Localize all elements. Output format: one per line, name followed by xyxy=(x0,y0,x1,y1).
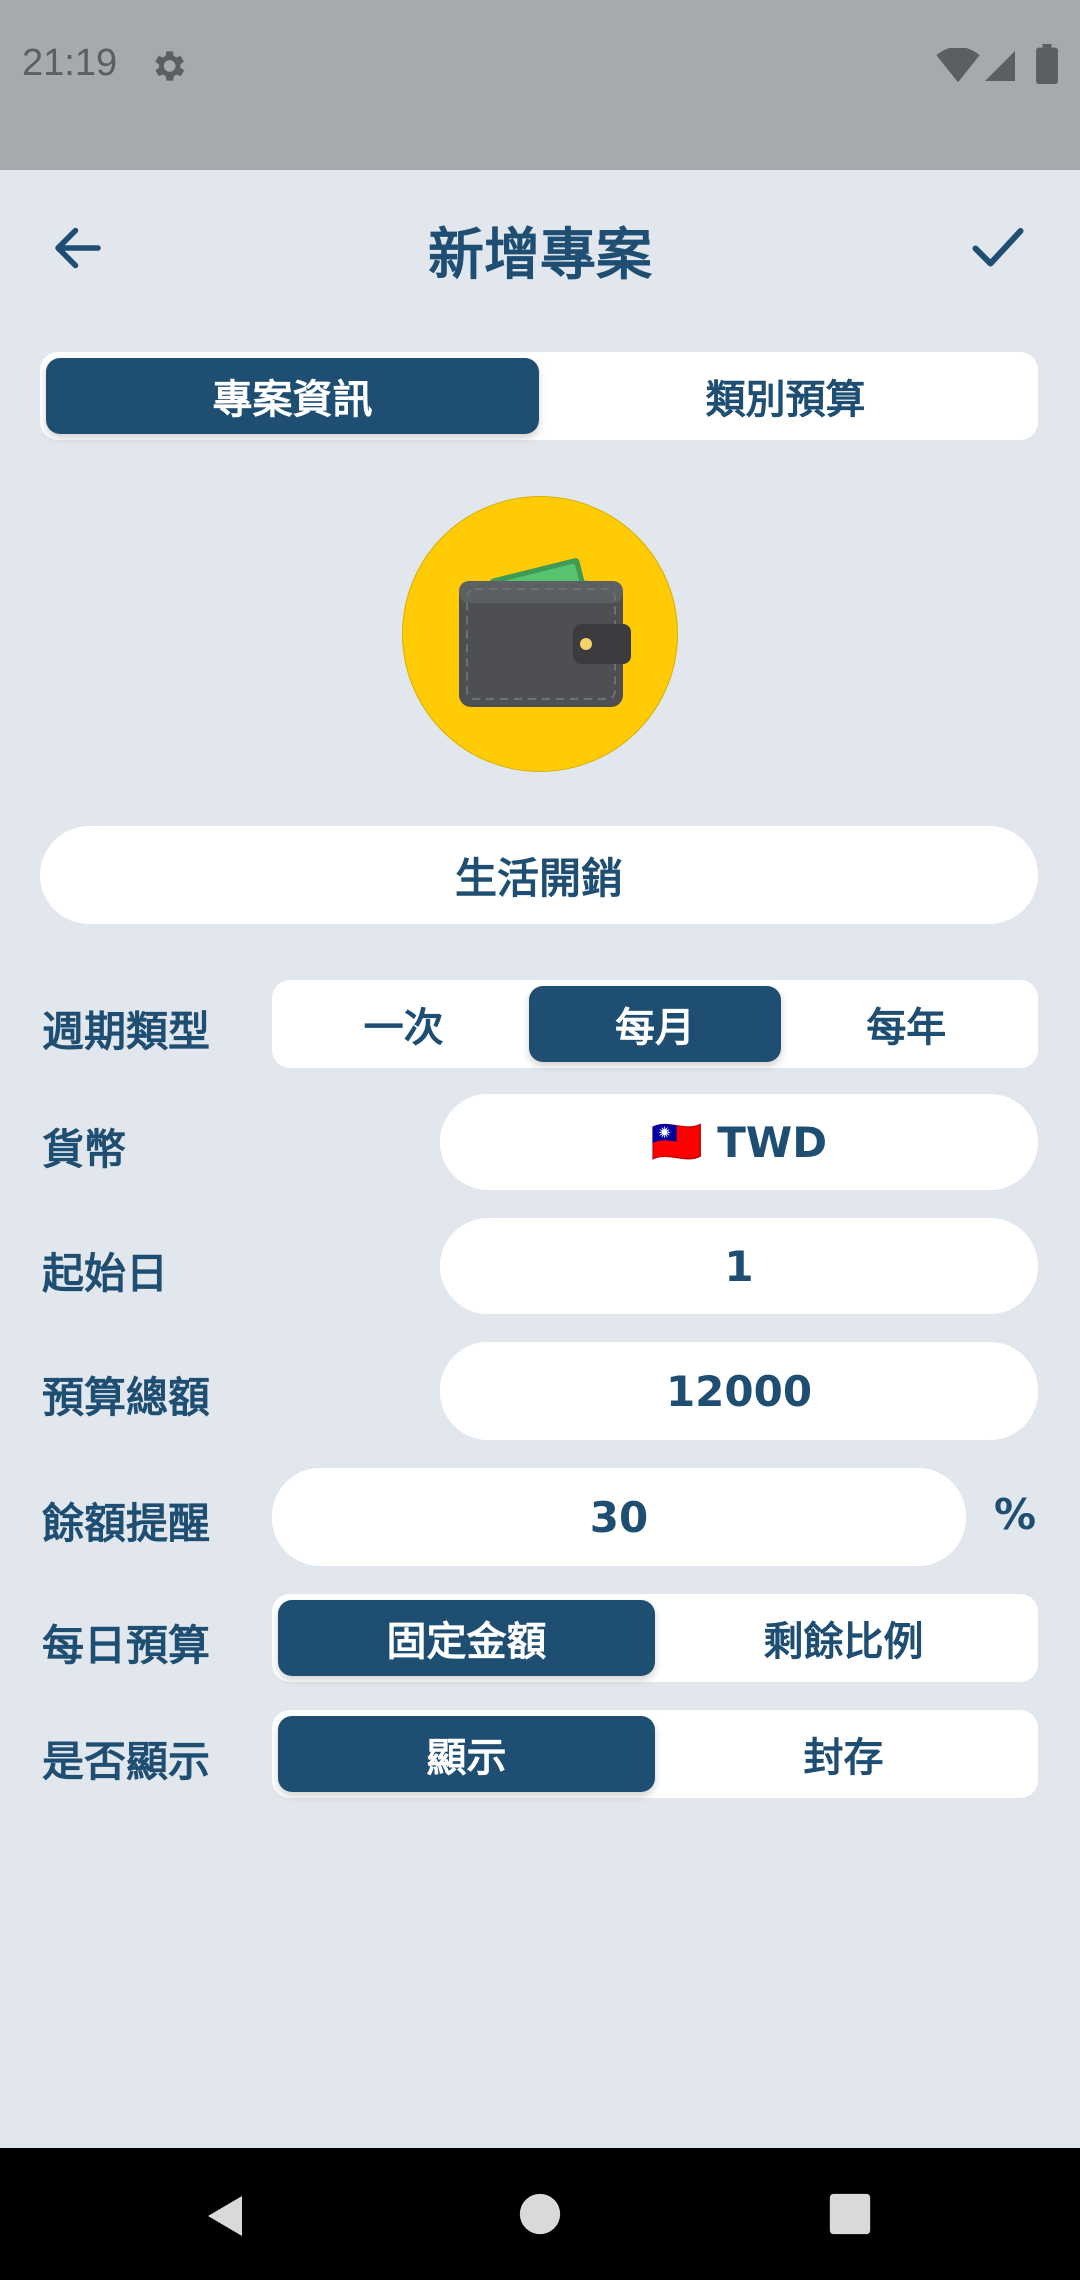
wallet-icon: $ xyxy=(459,558,631,707)
cycle-option-monthly[interactable]: 每月 xyxy=(529,986,781,1062)
budget-total-label: 預算總額 xyxy=(42,1373,211,1422)
status-bar: 21:19 xyxy=(0,0,1080,170)
cycle-type-label: 週期類型 xyxy=(42,1007,211,1056)
taiwan-flag-icon: 🇹🇼 xyxy=(650,1117,704,1166)
daily-budget-label: 每日預算 xyxy=(42,1621,211,1670)
wifi-icon xyxy=(936,48,980,83)
signal-icon xyxy=(985,51,1015,81)
currency-select[interactable]: 🇹🇼 TWD xyxy=(440,1094,1038,1190)
nav-recent-apps-icon[interactable] xyxy=(828,2192,872,2236)
percent-unit: % xyxy=(994,1490,1037,1539)
tab-bar: 專案資訊 類別預算 xyxy=(40,352,1038,440)
balance-alert-input[interactable]: 30 xyxy=(272,1468,966,1566)
status-time: 21:19 xyxy=(22,42,118,84)
visibility-option-archive[interactable]: 封存 xyxy=(655,1716,1032,1792)
tab-category-budget[interactable]: 類別預算 xyxy=(539,358,1032,434)
daily-budget-selector: 固定金額 剩餘比例 xyxy=(272,1594,1038,1682)
system-nav-bar xyxy=(0,2148,1080,2280)
tab-project-info[interactable]: 專案資訊 xyxy=(46,358,539,434)
settings-gear-icon xyxy=(155,51,185,81)
start-day-label: 起始日 xyxy=(42,1249,169,1298)
daily-option-remaining-ratio[interactable]: 剩餘比例 xyxy=(655,1600,1032,1676)
visibility-label: 是否顯示 xyxy=(42,1737,211,1786)
confirm-check-icon[interactable] xyxy=(968,216,1028,276)
cycle-option-yearly[interactable]: 每年 xyxy=(781,986,1032,1062)
currency-value: TWD xyxy=(717,1117,828,1167)
start-day-input[interactable]: 1 xyxy=(440,1218,1038,1314)
nav-home-icon[interactable] xyxy=(518,2192,562,2236)
battery-icon xyxy=(1036,44,1058,84)
currency-label: 貨幣 xyxy=(42,1125,127,1174)
visibility-selector: 顯示 封存 xyxy=(272,1710,1038,1798)
cycle-option-once[interactable]: 一次 xyxy=(278,986,529,1062)
nav-back-icon[interactable] xyxy=(202,2192,250,2240)
balance-alert-label: 餘額提醒 xyxy=(42,1499,211,1548)
visibility-option-show[interactable]: 顯示 xyxy=(278,1716,655,1792)
project-icon-button[interactable]: $ xyxy=(402,496,678,772)
project-name-input[interactable]: 生活開銷 xyxy=(40,826,1038,924)
page-title: 新增專案 xyxy=(428,223,652,288)
budget-total-input[interactable]: 12000 xyxy=(440,1342,1038,1440)
app-header: 新增專案 xyxy=(0,170,1080,330)
cycle-type-selector: 一次 每月 每年 xyxy=(272,980,1038,1068)
daily-option-fixed-amount[interactable]: 固定金額 xyxy=(278,1600,655,1676)
